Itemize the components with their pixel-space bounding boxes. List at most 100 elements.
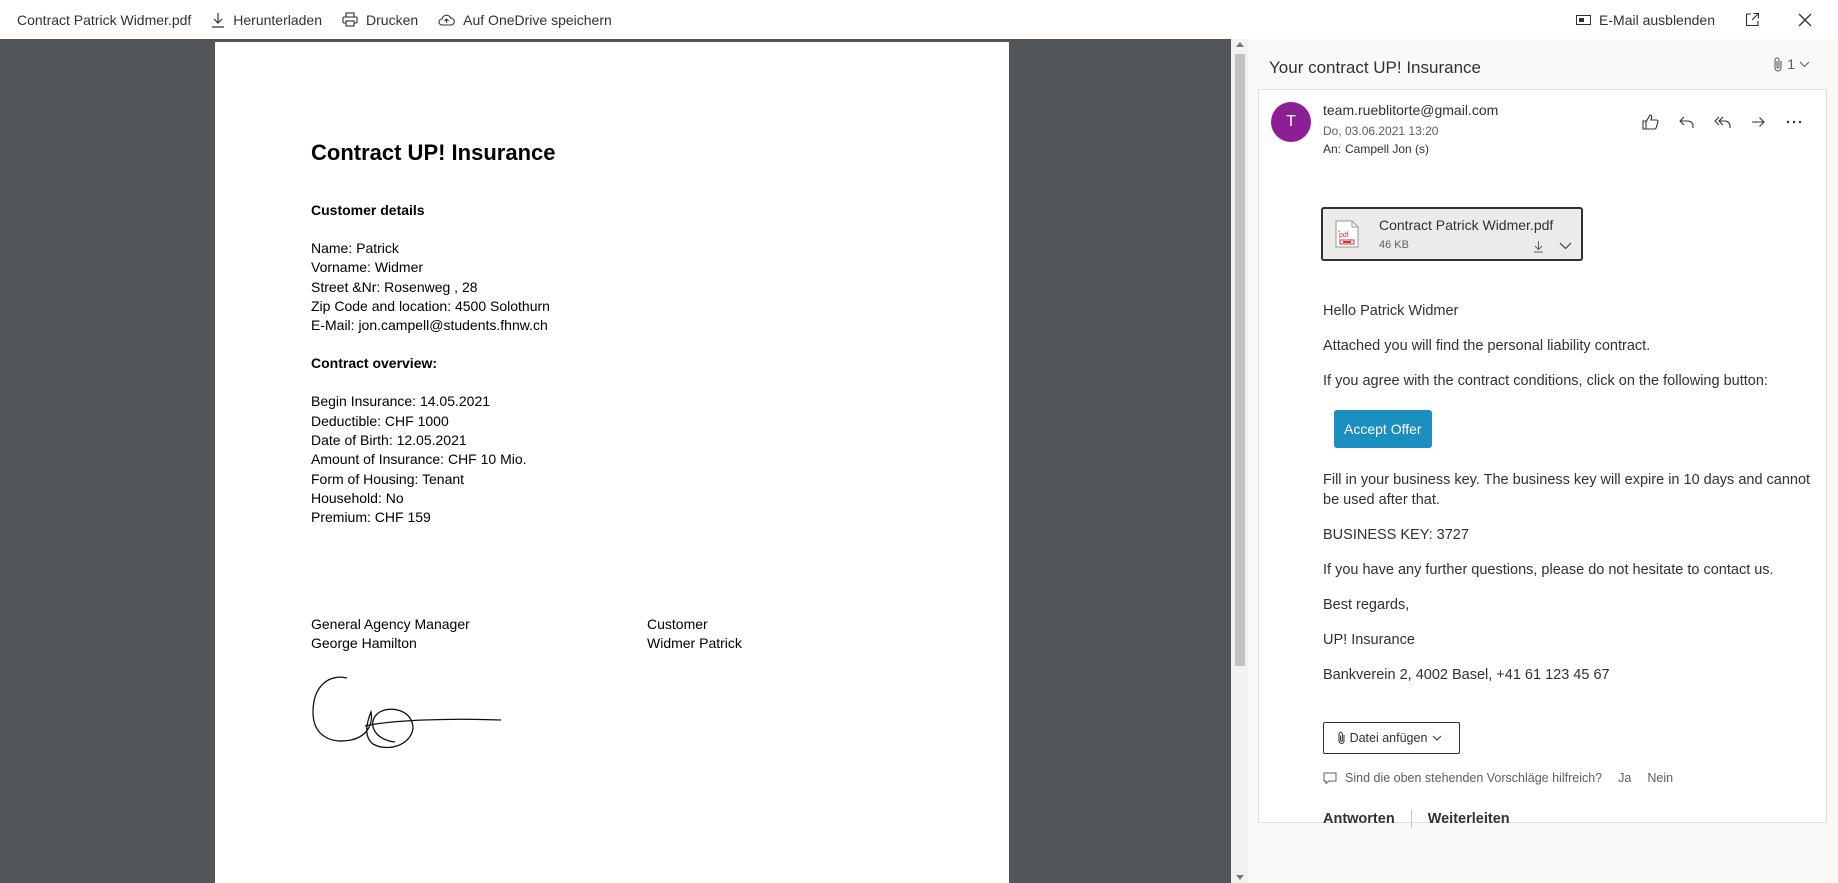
attachment-name: Contract Patrick Widmer.pdf [1379,217,1554,233]
contract-line: Begin Insurance: 14.05.2021 [311,393,491,410]
close-icon [1798,13,1812,26]
print-label: Drucken [366,11,419,28]
customer-line: Street &Nr: Rosenweg , 28 [311,278,478,295]
onedrive-save-button[interactable]: Auf OneDrive speichern [438,0,612,39]
chevron-down-icon [1433,735,1442,741]
mail-panel-icon [1576,14,1592,25]
customer-details-heading: Customer details [311,202,425,218]
contract-line: Premium: CHF 159 [311,509,431,526]
accept-offer-wrap: Accept Offer [1323,406,1813,470]
mail-pane: Your contract UP! Insurance 1 T team.rue… [1248,39,1838,883]
message-actions [1632,110,1812,134]
pdf-viewer[interactable]: Contract UP! Insurance Customer details … [0,39,1231,883]
scrollbar-thumb[interactable] [1235,54,1245,666]
contract-overview: Begin Insurance: 14.05.2021 Deductible: … [311,392,556,527]
attachment-size: 46 KB [1379,239,1409,251]
chevron-down-icon [1799,61,1810,67]
suggestion-feedback: Sind die oben stehenden Vorschläge hilfr… [1323,771,1673,785]
sent-date: Do, 03.06.2021 13:20 [1323,124,1439,138]
quick-reply-row: Antworten Weiterleiten [1323,810,1510,828]
contract-line: Household: No [311,489,404,506]
company-address: Bankverein 2, 4002 Basel, +41 61 123 45 … [1323,667,1610,683]
scroll-up-icon[interactable] [1236,42,1244,47]
customer-line: Name: Patrick [311,240,399,256]
attach-file-label: Datei anfügen [1349,731,1428,745]
pdf-file-icon: pdf [1335,220,1359,248]
filename-text: Contract Patrick Widmer.pdf [17,11,192,28]
reply-all-icon [1713,116,1731,128]
contract-line: Deductible: CHF 1000 [311,412,449,429]
agency-signature-label: General Agency Manager George Hamilton [311,615,470,654]
attachment-card[interactable]: pdf Contract Patrick Widmer.pdf 46 KB [1321,207,1583,261]
accept-offer-button[interactable]: Accept Offer [1334,410,1432,448]
close-button[interactable] [1798,0,1820,39]
agency-name: George Hamilton [311,635,417,652]
reply-icon [1678,116,1694,128]
svg-text:pdf: pdf [1339,232,1349,239]
contract-line: Amount of Insurance: CHF 10 Mio. [311,451,527,468]
body-line: Attached you will find the personal liab… [1323,338,1651,354]
chevron-down-icon[interactable] [1559,242,1572,250]
reply-button[interactable] [1668,110,1704,134]
cloud-upload-icon [438,14,456,26]
hide-mail-label: E-Mail ausblenden [1599,11,1715,28]
more-actions-button[interactable] [1776,110,1812,134]
contract-line: Form of Housing: Tenant [311,470,465,487]
print-button[interactable]: Drucken [342,0,418,39]
customer-role: Customer [647,616,708,632]
mail-message: T team.rueblitorte@gmail.com Do, 03.06.2… [1258,89,1827,828]
body-line: If you agree with the contract condition… [1323,373,1768,389]
avatar: T [1271,102,1311,142]
divider [1410,810,1412,828]
forward-button[interactable] [1740,110,1776,134]
customer-details: Name: Patrick Vorname: Widmer Street &Nr… [311,239,556,335]
handwritten-signature [312,676,502,749]
regards: Best regards, [1323,597,1410,613]
customer-name: Widmer Patrick [647,635,742,652]
attachment-count[interactable]: 1 [1773,56,1810,72]
hide-mail-button[interactable]: E-Mail ausblenden [1576,0,1715,39]
onedrive-label: Auf OneDrive speichern [463,11,612,28]
body-line: If you have any further questions, pleas… [1323,562,1774,578]
scroll-down-icon[interactable] [1236,875,1244,880]
viewer-scrollbar[interactable] [1231,39,1248,883]
reply-all-button[interactable] [1704,110,1740,134]
to-label: An: [1323,142,1342,156]
attach-file-button[interactable]: Datei anfügen [1323,722,1460,754]
pdf-page: Contract UP! Insurance Customer details … [215,42,1009,883]
reply-link[interactable]: Antworten [1323,811,1395,827]
mail-subject: Your contract UP! Insurance [1269,58,1481,77]
attachment-count-value: 1 [1787,56,1795,72]
popout-button[interactable] [1745,0,1768,39]
agency-role: General Agency Manager [311,616,470,632]
feedback-no-link[interactable]: Nein [1647,771,1673,785]
download-icon [212,12,225,28]
forward-link[interactable]: Weiterleiten [1428,811,1510,827]
customer-signature-label: Customer Widmer Patrick [647,615,742,654]
contract-line: Date of Birth: 12.05.2021 [311,432,467,449]
printer-icon [342,12,358,27]
recipient-line: An: Campell Jon (s) [1323,142,1429,156]
popout-icon [1745,12,1760,27]
paperclip-icon [1774,57,1782,72]
mail-body: Hello Patrick Widmer Attached you will f… [1323,301,1813,700]
download-button[interactable]: Herunterladen [211,0,322,39]
download-label: Herunterladen [233,11,323,28]
filename-label: Contract Patrick Widmer.pdf [17,0,191,39]
download-icon[interactable] [1533,240,1544,253]
paperclip-icon [1338,731,1345,744]
recipient-name[interactable]: Campell Jon (s) [1345,142,1429,156]
pdf-title: Contract UP! Insurance [311,140,556,165]
company-name: UP! Insurance [1323,632,1415,648]
feedback-question: Sind die oben stehenden Vorschläge hilfr… [1345,771,1603,785]
forward-icon [1751,117,1765,127]
contract-overview-heading: Contract overview: [311,355,438,372]
customer-line: Vorname: Widmer [311,259,424,276]
body-line: Fill in your business key. The business … [1323,472,1811,508]
like-button[interactable] [1632,110,1668,134]
feedback-yes-link[interactable]: Ja [1618,771,1631,785]
sender-address[interactable]: team.rueblitorte@gmail.com [1323,102,1498,118]
business-key: BUSINESS KEY: 3727 [1323,527,1469,543]
greeting: Hello Patrick Widmer [1323,303,1459,319]
comment-icon [1323,772,1337,784]
